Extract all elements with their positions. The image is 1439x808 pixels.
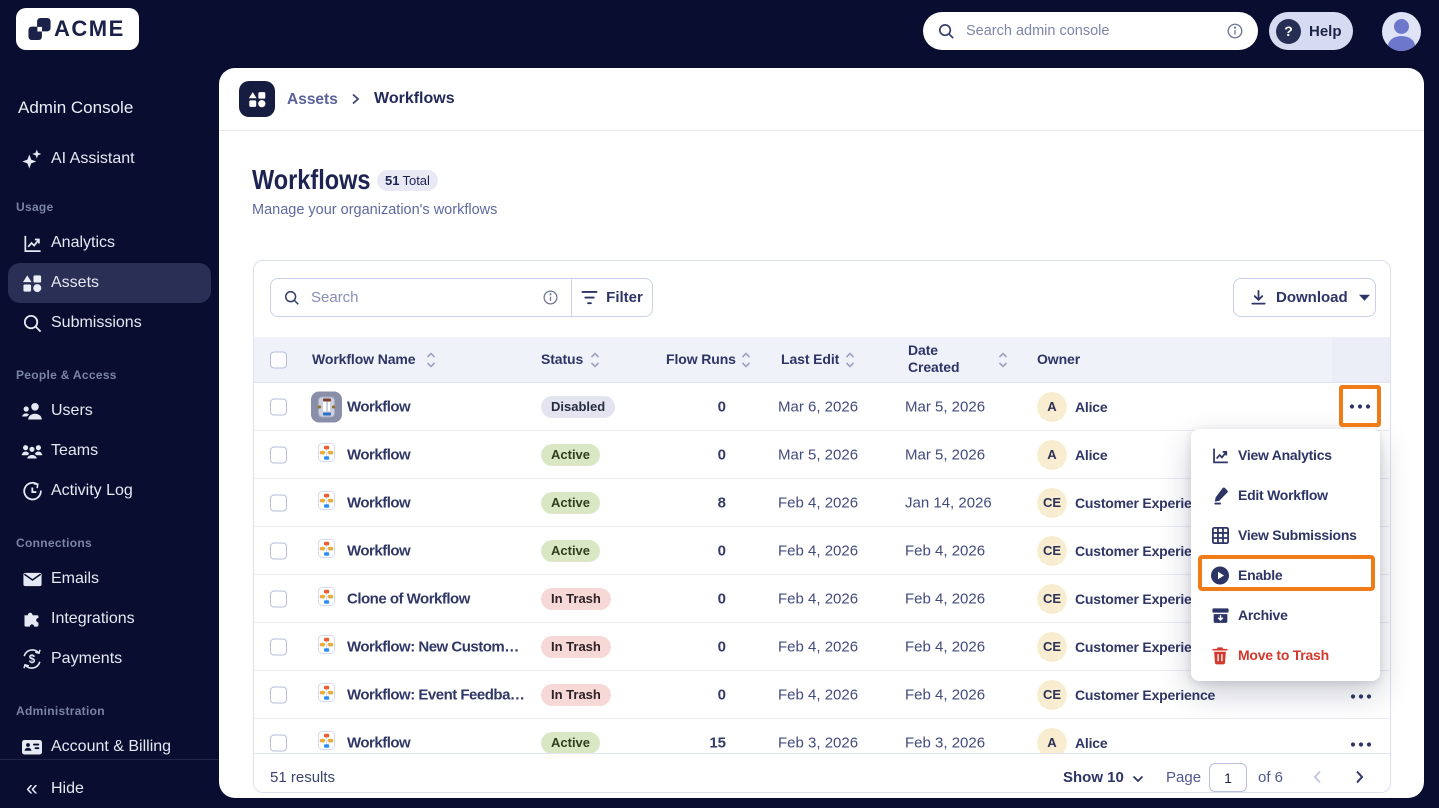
svg-text:$: $ [29, 654, 36, 666]
